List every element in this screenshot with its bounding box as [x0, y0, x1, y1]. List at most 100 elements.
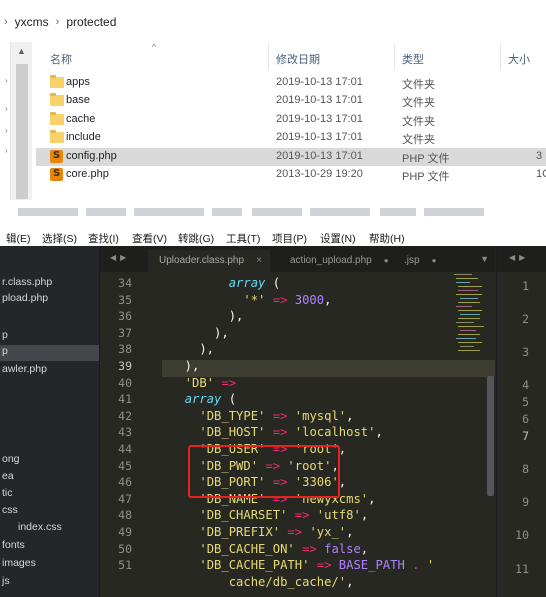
menu-help[interactable]: 帮助(H) — [369, 231, 405, 246]
editor-scrollbar-thumb[interactable] — [487, 376, 494, 496]
column-header-type[interactable]: 类型 — [402, 51, 424, 67]
file-row-include[interactable]: include 2019-10-13 17:01 文件夹 — [36, 129, 546, 147]
line-number: 49 — [118, 525, 132, 539]
file-date: 2019-10-13 17:01 — [276, 149, 363, 162]
column-divider[interactable] — [500, 44, 501, 70]
sidebar-item[interactable]: awler.php — [2, 363, 47, 375]
line-number: 50 — [118, 541, 132, 556]
file-type: 文件夹 — [402, 97, 435, 110]
code-token: 'utf8' — [316, 508, 361, 523]
line-number: 51 — [118, 558, 132, 573]
sidebar-item[interactable]: index.css — [18, 521, 62, 533]
tab-dropdown-icon[interactable]: ▼ — [480, 254, 489, 264]
sidebar-item[interactable]: pload.php — [2, 292, 48, 304]
sidebar-item[interactable]: p — [2, 329, 8, 341]
expand-arrow-icon[interactable]: › — [5, 126, 8, 135]
code-line: '*' => 3000, — [170, 293, 331, 307]
code-token: ' — [426, 558, 435, 573]
tab-label: Uploader.class.php — [159, 255, 245, 266]
unsaved-dot-icon[interactable]: ● — [432, 256, 437, 265]
chevron-right-icon[interactable]: › — [56, 16, 60, 28]
nav-scrollbar[interactable]: ▲ — [10, 42, 32, 200]
tab-action-upload-php[interactable]: action_upload.php ● — [278, 250, 394, 272]
menu-preferences[interactable]: 设置(N) — [320, 231, 356, 246]
code-token: false — [324, 541, 361, 556]
folder-icon — [50, 93, 64, 107]
expand-arrow-icon[interactable]: › — [5, 104, 8, 113]
sidebar-item[interactable]: r.class.php — [2, 276, 52, 288]
file-name: config.php — [66, 149, 117, 162]
minimap[interactable] — [452, 272, 488, 362]
file-row-core-php[interactable]: core.php 2013-10-29 19:20 PHP 文件 1C — [36, 166, 546, 184]
sidebar-item[interactable]: fonts — [2, 539, 25, 551]
blurred-title-strip — [0, 206, 546, 216]
sidebar-item[interactable]: css — [2, 504, 18, 516]
code-line: 'DB_CACHE_ON' => false, — [170, 542, 368, 556]
code-area[interactable]: array ( '*' => 3000, ), ), ), ), 'DB' =>… — [170, 272, 450, 597]
column-headers: ^ 名称 修改日期 类型 大小 — [36, 42, 546, 70]
file-type: PHP 文件 — [402, 152, 450, 165]
column-header-size[interactable]: 大小 — [508, 51, 530, 67]
file-row-config-php[interactable]: config.php 2019-10-13 17:01 PHP 文件 3 — [36, 147, 546, 166]
scrollbar-thumb[interactable] — [16, 64, 28, 199]
scroll-up-icon[interactable]: ▲ — [17, 46, 26, 56]
sidebar-item[interactable]: ong — [2, 453, 20, 465]
code-token: 'yx_' — [309, 525, 347, 539]
menu-find[interactable]: 查找(I) — [88, 231, 119, 246]
breadcrumb-item-yxcms[interactable]: yxcms — [15, 15, 49, 29]
sidebar-item-selected[interactable]: p — [0, 345, 99, 361]
expand-arrow-icon[interactable]: › — [5, 146, 8, 155]
column-divider[interactable] — [394, 44, 395, 70]
code-token: 3000 — [294, 292, 325, 307]
tab-nav-arrows-icon[interactable]: ◀▶ — [110, 253, 130, 262]
breadcrumb-item-protected[interactable]: protected — [66, 15, 116, 29]
menu-edit[interactable]: 辑(E) — [6, 231, 31, 246]
code-token: 'DB_HOST' — [199, 425, 266, 440]
column-header-date[interactable]: 修改日期 — [276, 51, 320, 67]
menu-tools[interactable]: 工具(T) — [226, 231, 260, 246]
menu-view[interactable]: 查看(V) — [132, 231, 167, 246]
menu-bar: 辑(E) 选择(S) 查找(I) 查看(V) 转跳(G) 工具(T) 项目(P)… — [0, 228, 546, 246]
code-token: => — [294, 541, 325, 556]
line-number: 40 — [118, 375, 132, 390]
line-number: 44 — [118, 442, 132, 456]
line-number: 39 — [118, 359, 132, 373]
sidebar-item[interactable]: js — [2, 575, 10, 587]
sidebar-item[interactable]: tic — [2, 487, 13, 499]
tab-uploader-class-php[interactable]: Uploader.class.php × — [148, 250, 270, 272]
sidebar-item[interactable]: images — [2, 557, 36, 569]
file-row-base[interactable]: base 2019-10-13 17:01 文件夹 — [36, 92, 546, 110]
sidebar-item[interactable]: ea — [2, 470, 14, 482]
file-name: apps — [66, 76, 90, 88]
menu-goto[interactable]: 转跳(G) — [178, 231, 214, 246]
column-divider[interactable] — [268, 44, 269, 70]
breadcrumb: › yxcms › protected — [0, 12, 116, 32]
file-row-cache[interactable]: cache 2019-10-13 17:01 文件夹 — [36, 111, 546, 129]
tab-nav-arrows-icon[interactable]: ◀▶ — [509, 253, 529, 262]
file-name: base — [66, 94, 90, 107]
code-line: 'DB_CHARSET' => 'utf8', — [170, 508, 368, 522]
file-date: 2013-10-29 19:20 — [276, 167, 363, 180]
close-icon[interactable]: × — [256, 255, 262, 266]
line-number: 10 — [515, 528, 529, 542]
code-line: ), — [170, 309, 244, 323]
code-token: 'DB_CACHE_PATH' — [199, 558, 310, 573]
code-token: , — [360, 508, 369, 523]
folder-icon — [50, 111, 64, 125]
menu-selection[interactable]: 选择(S) — [42, 231, 77, 246]
code-line: array ( — [170, 392, 236, 406]
chevron-right-icon[interactable]: › — [4, 16, 8, 28]
file-row-apps[interactable]: apps 2019-10-13 17:01 文件夹 — [36, 74, 546, 92]
code-token: BASE_PATH — [338, 558, 405, 573]
code-token: 'DB_CACHE_ON' — [199, 541, 295, 556]
menu-project[interactable]: 项目(P) — [272, 231, 307, 246]
unsaved-dot-icon[interactable]: ● — [384, 256, 389, 265]
code-token: => — [265, 292, 295, 307]
expand-arrow-icon[interactable]: › — [5, 76, 8, 85]
column-header-name[interactable]: 名称 — [50, 51, 72, 67]
tab-jsp[interactable]: .jsp ● — [396, 250, 456, 272]
